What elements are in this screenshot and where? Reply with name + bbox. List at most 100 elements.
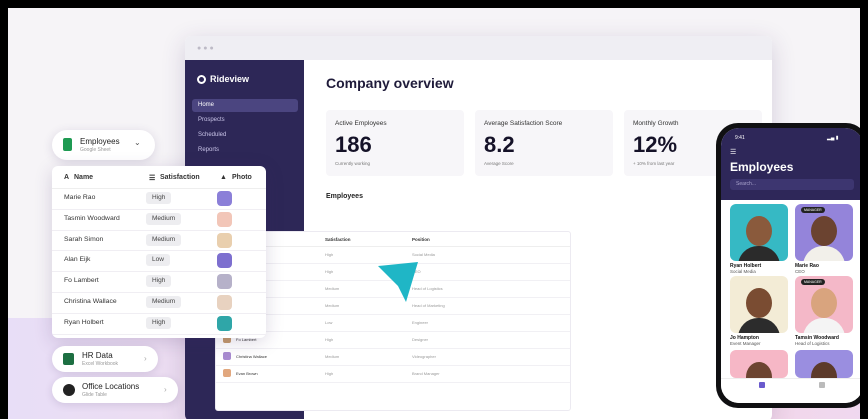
stat-label: Active Employees — [335, 120, 387, 127]
employee-role: Head of Logistics — [795, 341, 830, 346]
stat-value: 8.2 — [484, 132, 515, 157]
table-row[interactable]: Fo Lambert High — [52, 271, 266, 293]
chevron-right-icon[interactable]: › — [164, 385, 167, 394]
brand[interactable]: Rideview — [197, 74, 249, 84]
search-input[interactable]: Search... — [730, 179, 854, 190]
source-subtitle: Excel Workbook — [82, 361, 119, 367]
column-header-satisfaction[interactable]: Satisfaction — [160, 174, 200, 181]
office-locations-source-pill[interactable]: Office Locations Glide Table › — [52, 377, 178, 403]
row-name: Christina Wallace — [64, 298, 117, 305]
excel-icon — [63, 353, 74, 365]
satisfaction-badge: High — [146, 192, 172, 204]
table-row[interactable]: Christina Wallace Medium Videographer — [216, 348, 570, 366]
nav-item-reports[interactable]: Reports — [192, 144, 298, 157]
row-satisfaction: Medium — [325, 303, 340, 308]
tab-bar — [721, 378, 860, 403]
employee-role: CEO — [795, 269, 805, 274]
table-row[interactable]: Marie Rao High — [52, 188, 266, 210]
row-satisfaction: High — [325, 371, 334, 376]
row-name: Sarah Simon — [64, 235, 104, 243]
stage: ●●● Rideview Home Prospects Scheduled Re… — [0, 0, 868, 419]
table-row[interactable]: Fo Lambert High Designer — [216, 331, 570, 349]
table-row[interactable]: Tasmin Woodward Medium — [52, 209, 266, 231]
employees-table: Name Satisfaction Position Ryan HolbertH… — [215, 231, 571, 411]
row-satisfaction: High — [325, 252, 334, 257]
photo-thumbnail[interactable] — [217, 253, 232, 269]
column-header[interactable]: Position — [412, 237, 430, 242]
hr-data-source-pill[interactable]: HR Data Excel Workbook › — [52, 346, 158, 372]
table-row[interactable]: Sarah Simon Medium — [52, 230, 266, 252]
table-row[interactable]: Evan Brown High Brand Manager — [216, 365, 570, 383]
nav-item-prospects[interactable]: Prospects — [192, 114, 298, 127]
employee-photo — [795, 350, 853, 378]
employee-photo: MANAGER — [795, 204, 853, 261]
employee-card[interactable] — [730, 350, 788, 378]
satisfaction-badge: High — [146, 275, 172, 288]
employee-photo — [730, 350, 788, 378]
row-satisfaction: Medium — [325, 354, 340, 359]
photo-thumbnail[interactable] — [217, 315, 232, 331]
row-name: Tasmin Woodward — [64, 214, 120, 222]
window-titlebar: ●●● — [185, 36, 772, 60]
window-controls-icon[interactable]: ●●● — [197, 45, 216, 52]
photo-thumbnail[interactable] — [217, 274, 232, 290]
employee-photo — [730, 204, 788, 261]
stat-subtext: Currently working — [335, 161, 371, 166]
image-column-icon: ▲ — [220, 174, 227, 181]
source-subtitle: Glide Table — [82, 392, 107, 398]
google-sheets-icon — [63, 138, 72, 151]
table-row[interactable]: Christina Wallace Medium — [52, 292, 266, 314]
row-name: Alan Eijk — [64, 256, 91, 264]
menu-icon[interactable]: ☰ — [730, 148, 736, 156]
table-row[interactable]: Alan Eijk Low — [52, 250, 266, 273]
satisfaction-badge: Medium — [146, 296, 182, 308]
employee-card[interactable] — [795, 350, 853, 378]
photo-thumbnail[interactable] — [217, 232, 232, 248]
employee-role: Social Media — [730, 269, 756, 274]
cursor-arrow-icon — [378, 262, 418, 302]
chevron-right-icon[interactable]: › — [144, 354, 147, 363]
directory-icon — [819, 382, 825, 388]
status-time: 9:41 — [735, 135, 745, 141]
phone-mockup: 9:41 ▂▄ ▮ ☰ Employees Search... Ryan Hol… — [716, 123, 860, 408]
row-position: Designer — [412, 337, 429, 342]
stat-label: Average Satisfaction Score — [484, 120, 563, 127]
section-title: Employees — [326, 193, 363, 200]
avatar — [223, 369, 231, 377]
glide-icon — [63, 384, 75, 396]
tab-people[interactable] — [747, 382, 777, 390]
source-title: Employees — [80, 137, 120, 146]
column-header-name[interactable]: Name — [74, 174, 93, 181]
signal-battery-icon: ▂▄ ▮ — [827, 135, 839, 141]
satisfaction-badge: High — [146, 316, 172, 329]
employee-card[interactable]: MANAGER Marie Rao CEO — [795, 204, 853, 274]
satisfaction-badge: Low — [146, 254, 170, 267]
employee-photo: MANAGER — [795, 276, 853, 333]
nav-item-home[interactable]: Home — [192, 99, 298, 112]
photo-thumbnail[interactable] — [217, 211, 232, 227]
people-icon — [759, 382, 765, 388]
column-header-photo[interactable]: Photo — [232, 174, 252, 181]
tab-directory[interactable] — [807, 382, 837, 390]
stat-value: 186 — [335, 132, 372, 157]
stat-card-satisfaction[interactable]: Average Satisfaction Score 8.2 Average S… — [475, 110, 613, 176]
table-row[interactable]: Ryan Holbert High — [52, 313, 266, 335]
nav-item-scheduled[interactable]: Scheduled — [192, 129, 298, 142]
photo-thumbnail[interactable] — [217, 295, 232, 310]
avatar — [223, 352, 231, 360]
employee-card[interactable]: Ryan Holbert Social Media — [730, 204, 788, 274]
logo-icon — [197, 74, 206, 84]
stat-card-active-employees[interactable]: Active Employees 186 Currently working — [326, 110, 464, 176]
employee-role: Event Manager — [730, 341, 761, 346]
employee-card[interactable]: Jo Hampton Event Manager — [730, 276, 788, 346]
column-header[interactable]: Satisfaction — [325, 237, 351, 242]
table-header: Name Satisfaction Position — [216, 232, 570, 247]
chevron-down-icon[interactable]: ⌄ — [134, 138, 141, 147]
employee-card[interactable]: MANAGER Tamsin Woodward Head of Logistic… — [795, 276, 853, 346]
row-position: Social Media — [412, 252, 435, 257]
table-row[interactable]: Alan EijkLowEngineer — [216, 314, 570, 332]
source-subtitle: Google Sheet — [80, 147, 111, 153]
employees-source-pill[interactable]: Employees Google Sheet ⌄ — [52, 130, 155, 160]
row-name: Fo Lambert — [64, 277, 99, 285]
photo-thumbnail[interactable] — [217, 191, 232, 206]
